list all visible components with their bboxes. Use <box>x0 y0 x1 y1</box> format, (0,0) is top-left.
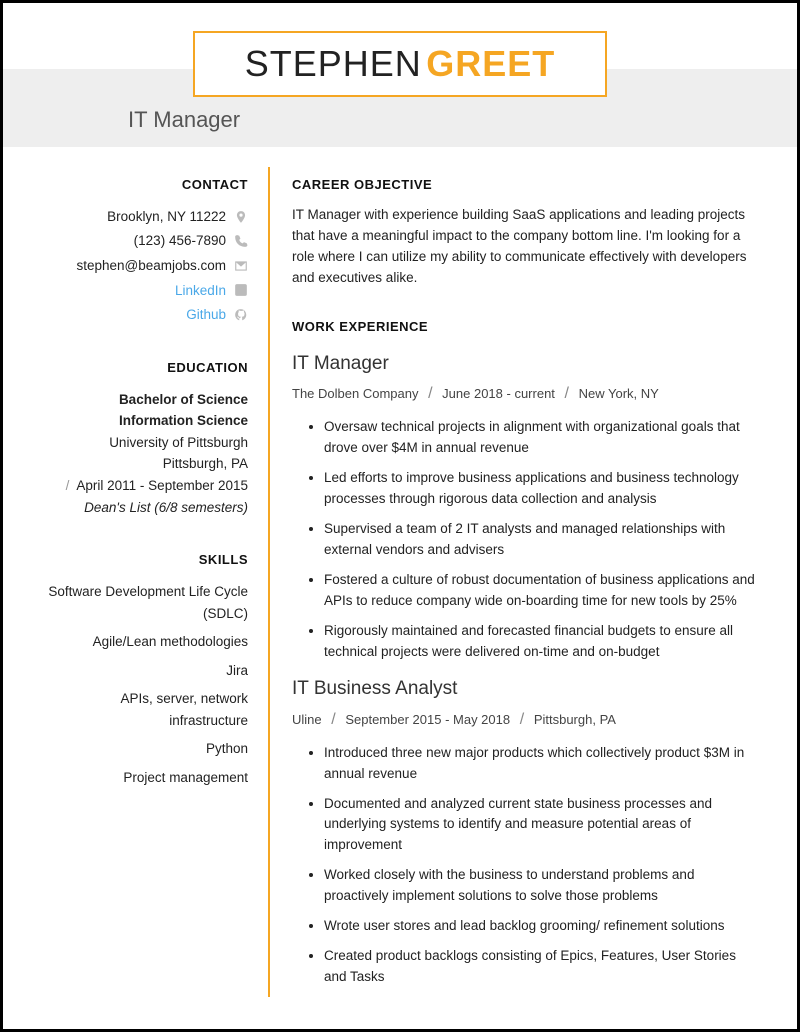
job-title: IT Manager <box>292 349 757 378</box>
job-bullet: Rigorously maintained and forecasted fin… <box>324 621 757 663</box>
job-dates: June 2018 - current <box>442 386 555 401</box>
location-icon <box>234 210 248 224</box>
job-dates: September 2015 - May 2018 <box>345 712 510 727</box>
job-meta: Uline / September 2015 - May 2018 / Pitt… <box>292 708 757 733</box>
page-title: IT Manager <box>128 107 240 132</box>
email-icon <box>234 259 248 273</box>
job-bullet: Fostered a culture of robust documentati… <box>324 570 757 612</box>
first-name: STEPHEN <box>245 43 422 84</box>
job-bullet: Oversaw technical projects in alignment … <box>324 417 757 459</box>
job-entry: IT Business Analyst Uline / September 20… <box>292 674 757 987</box>
job-bullet: Led efforts to improve business applicat… <box>324 468 757 510</box>
contact-address-row: Brooklyn, NY 11222 <box>43 206 248 228</box>
job-entry: IT Manager The Dolben Company / June 201… <box>292 349 757 662</box>
education-major: Information Science <box>43 410 248 432</box>
contact-phone-row: (123) 456-7890 <box>43 230 248 252</box>
objective-heading: CAREER OBJECTIVE <box>292 175 757 195</box>
education-school: University of Pittsburgh <box>43 432 248 454</box>
education-dates: April 2011 - September 2015 <box>76 478 248 493</box>
main-columns: CONTACT Brooklyn, NY 11222 (123) 456-789… <box>3 147 797 997</box>
education-degree: Bachelor of Science <box>43 389 248 411</box>
linkedin-icon <box>234 283 248 297</box>
job-bullets: Introduced three new major products whic… <box>292 743 757 988</box>
objective-text: IT Manager with experience building SaaS… <box>292 205 757 289</box>
skills-list: Software Development Life Cycle (SDLC) A… <box>43 581 248 789</box>
job-bullet: Created product backlogs consisting of E… <box>324 946 757 988</box>
job-bullets: Oversaw technical projects in alignment … <box>292 417 757 662</box>
skill-item: Project management <box>43 767 248 789</box>
contact-email: stephen@beamjobs.com <box>76 255 226 277</box>
contact-address: Brooklyn, NY 11222 <box>107 206 226 228</box>
contact-linkedin-row[interactable]: LinkedIn <box>43 280 248 302</box>
name-box: STEPHEN GREET <box>193 31 608 97</box>
phone-icon <box>234 234 248 248</box>
job-company: The Dolben Company <box>292 386 418 401</box>
right-column: CAREER OBJECTIVE IT Manager with experie… <box>270 167 757 997</box>
skill-item: APIs, server, network infrastructure <box>43 688 248 731</box>
job-company: Uline <box>292 712 322 727</box>
left-column: CONTACT Brooklyn, NY 11222 (123) 456-789… <box>43 167 268 997</box>
contact-github[interactable]: Github <box>186 304 226 326</box>
job-location: Pittsburgh, PA <box>534 712 616 727</box>
job-bullet: Supervised a team of 2 IT analysts and m… <box>324 519 757 561</box>
experience-heading: WORK EXPERIENCE <box>292 317 757 337</box>
skills-heading: SKILLS <box>43 550 248 571</box>
job-location: New York, NY <box>579 386 659 401</box>
github-icon <box>234 308 248 322</box>
contact-github-row[interactable]: Github <box>43 304 248 326</box>
job-meta: The Dolben Company / June 2018 - current… <box>292 382 757 407</box>
skill-item: Software Development Life Cycle (SDLC) <box>43 581 248 624</box>
job-bullet: Wrote user stores and lead backlog groom… <box>324 916 757 937</box>
skill-item: Agile/Lean methodologies <box>43 631 248 653</box>
education-heading: EDUCATION <box>43 358 248 379</box>
job-title: IT Business Analyst <box>292 674 757 703</box>
education-honors: Dean's List (6/8 semesters) <box>43 497 248 519</box>
job-bullet: Documented and analyzed current state bu… <box>324 794 757 857</box>
contact-phone: (123) 456-7890 <box>134 230 226 252</box>
contact-heading: CONTACT <box>43 175 248 196</box>
job-bullet: Worked closely with the business to unde… <box>324 865 757 907</box>
skill-item: Jira <box>43 660 248 682</box>
education-dates-row: / April 2011 - September 2015 <box>43 475 248 497</box>
job-bullet: Introduced three new major products whic… <box>324 743 757 785</box>
contact-email-row: stephen@beamjobs.com <box>43 255 248 277</box>
skill-item: Python <box>43 738 248 760</box>
last-name: GREET <box>426 43 555 84</box>
contact-linkedin[interactable]: LinkedIn <box>175 280 226 302</box>
education-location: Pittsburgh, PA <box>43 453 248 475</box>
